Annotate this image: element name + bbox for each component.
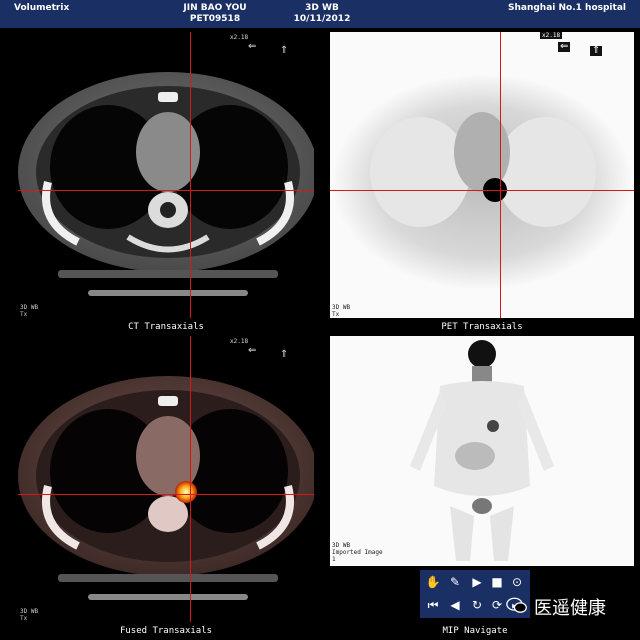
step-back-icon[interactable]: ⏮ <box>424 596 442 614</box>
hand-tool-icon[interactable]: ✋ <box>424 573 442 591</box>
ct-image <box>18 72 314 296</box>
crosshair-horizontal[interactable] <box>18 190 314 191</box>
crosshair-vertical[interactable] <box>190 32 191 318</box>
rewind-icon[interactable]: ◀ <box>446 596 464 614</box>
stop-icon[interactable]: ■ <box>488 573 506 591</box>
pet-transaxial-viewport[interactable]: x2.18 ⇐ ⇑ 3D WB Tx <box>330 32 634 318</box>
fused-image <box>18 376 314 600</box>
pet-viewport-label: PET Transaxials <box>441 322 523 332</box>
pan-icon[interactable]: ⇑ <box>280 350 288 360</box>
pet-image <box>332 74 632 290</box>
zoom-level: x2.18 <box>230 338 249 345</box>
ct-transaxial-viewport[interactable]: x2.18 ⇐ ⇑ 3D WB Tx <box>18 32 314 318</box>
institution-name: Shanghai No.1 hospital <box>508 3 626 13</box>
study-type: 3D WB <box>305 3 339 13</box>
zoom-level: x2.18 <box>230 34 249 41</box>
zoom-level: x2.18 <box>540 32 563 39</box>
pen-tool-icon[interactable]: ✎ <box>446 573 464 591</box>
width-icon[interactable]: ⇐ <box>248 42 256 52</box>
wechat-icon <box>506 597 527 613</box>
play-icon[interactable]: ▶ <box>468 573 486 591</box>
patient-id: PET09518 <box>189 14 241 24</box>
crosshair-horizontal[interactable] <box>330 190 634 191</box>
corner-info: 3D WB Tx <box>20 608 39 622</box>
rotate-icon[interactable]: ↻ <box>468 596 486 614</box>
fused-transaxial-viewport[interactable]: x2.18 ⇐ ⇑ 3D WB Tx <box>18 336 314 622</box>
corner-info: 3D WB Tx <box>20 304 39 318</box>
pan-icon[interactable]: ⇑ <box>590 46 603 56</box>
loop-icon[interactable]: ⟳ <box>488 596 506 614</box>
mip-image <box>410 340 554 561</box>
header-bar: Volumetrix JIN BAO YOU PET09518 3D WB 10… <box>0 0 640 28</box>
crosshair-horizontal[interactable] <box>18 494 314 495</box>
pan-icon[interactable]: ⇑ <box>280 46 288 56</box>
width-icon[interactable]: ⇐ <box>558 42 571 52</box>
mip-viewport-label: MIP Navigate <box>442 626 508 636</box>
mip-navigate-viewport[interactable]: 3D WB Imported Image 1 <box>330 336 634 566</box>
crosshair-vertical[interactable] <box>190 336 191 622</box>
width-icon[interactable]: ⇐ <box>248 346 256 356</box>
patient-name: JIN BAO YOU <box>183 3 247 13</box>
target-icon[interactable]: ⊙ <box>508 573 526 591</box>
fused-viewport-label: Fused Transaxials <box>119 626 213 636</box>
app-name: Volumetrix <box>14 3 70 13</box>
study-date: 10/11/2012 <box>293 14 351 24</box>
corner-info: 3D WB Imported Image 1 <box>332 542 383 563</box>
watermark-text: 医遥健康 <box>534 598 606 619</box>
ct-viewport-label: CT Transaxials <box>128 322 204 332</box>
crosshair-vertical[interactable] <box>500 32 501 318</box>
corner-info: 3D WB Tx <box>332 304 351 318</box>
